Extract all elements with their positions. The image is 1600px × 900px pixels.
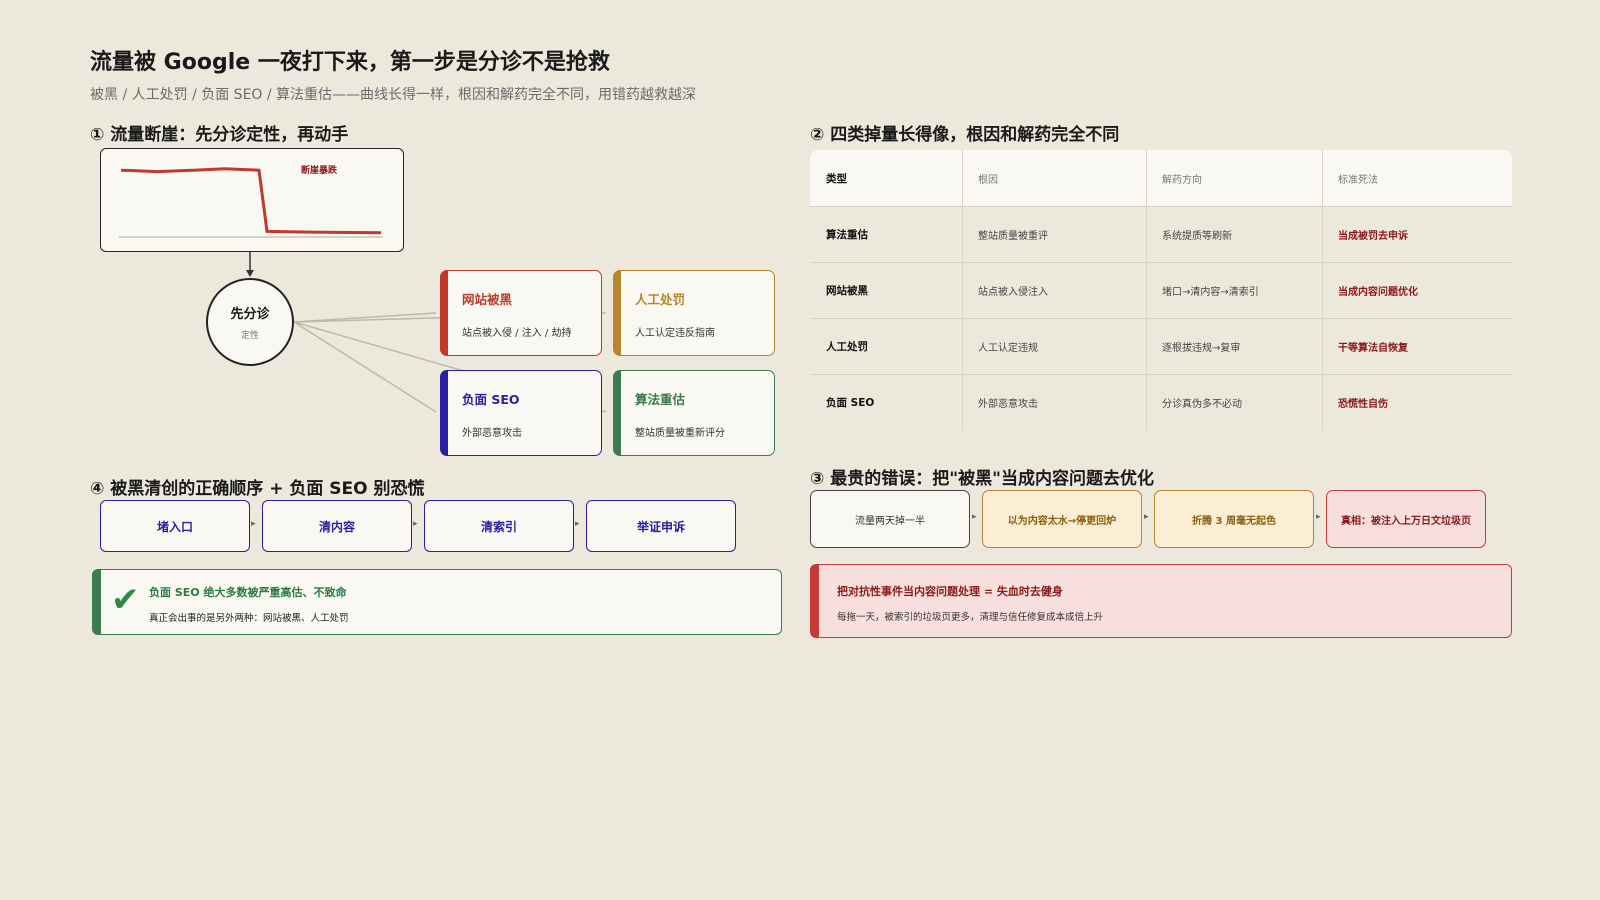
section3-heading: ③ 最贵的错误：把"被黑"当成内容问题去优化	[810, 469, 1155, 489]
section2-heading: ② 四类掉量长得像，根因和解药完全不同	[810, 125, 1120, 145]
negative-seo-note: ✔ 负面 SEO 绝大多数被严重高估、不致命 真正会出事的是另外两种：网站被黑、…	[92, 569, 782, 635]
table-cell: 人工处罚	[826, 340, 868, 353]
table-cell: 负面 SEO	[826, 396, 875, 409]
chart-to-triage-arrowhead	[246, 270, 254, 277]
category-algorithm: 算法重估 整站质量被重新评分	[613, 370, 775, 456]
triage-circle: 先分诊 定性	[206, 278, 294, 366]
section4-heading: ④ 被黑清创的正确顺序 + 负面 SEO 别恐慌	[90, 479, 425, 499]
step-arrow: ▸	[972, 512, 977, 522]
cleanup-step: 堵入口	[100, 500, 250, 552]
table-cell: 堵口→清内容→清索引	[1162, 286, 1259, 298]
mistake-step: 真相：被注入上万日文垃圾页	[1326, 490, 1486, 548]
note-body: 真正会出事的是另外两种：网站被黑、人工处罚	[149, 613, 349, 624]
category-manual-penalty: 人工处罚 人工认定违反指南	[613, 270, 775, 356]
table-header-cell: 解药方向	[1162, 174, 1202, 186]
table-row: 人工处罚 人工认定违规 逐根拔违规→复审 干等算法自恢复	[810, 318, 1512, 374]
category-name: 负面 SEO	[462, 392, 520, 407]
check-icon: ✔	[111, 580, 140, 620]
cleanup-step: 清索引	[424, 500, 574, 552]
table-cell: 人工认定违规	[978, 342, 1038, 354]
category-negative-seo: 负面 SEO 外部恶意攻击	[440, 370, 602, 456]
table-cell: 当成被罚去申诉	[1338, 230, 1408, 242]
table-divider	[962, 150, 963, 430]
category-desc: 外部恶意攻击	[462, 428, 522, 439]
mistake-step: 流量两天掉一半	[810, 490, 970, 548]
table-divider	[810, 206, 1512, 207]
note-title: 负面 SEO 绝大多数被严重高估、不致命	[149, 586, 347, 599]
triage-subtitle: 定性	[240, 331, 259, 341]
table-cell: 算法重估	[826, 228, 868, 241]
comparison-table: 类型 根因 解药方向 标准死法 算法重估 整站质量被重评 系统提质等刷新 当成被…	[810, 150, 1512, 430]
category-desc: 整站质量被重新评分	[635, 428, 725, 439]
triage-title: 先分诊	[230, 307, 270, 322]
table-cell: 外部恶意攻击	[978, 398, 1038, 410]
category-name: 算法重估	[635, 392, 686, 407]
table-cell: 站点被入侵注入	[978, 286, 1048, 298]
table-header-cell: 根因	[978, 174, 998, 186]
table-divider	[810, 318, 1512, 319]
step-arrow: ▸	[1316, 512, 1321, 522]
category-hacked: 网站被黑 站点被入侵 / 注入 / 劫持	[440, 270, 602, 356]
cleanup-step: 举证申诉	[586, 500, 736, 552]
table-cell: 逐根拔违规→复审	[1162, 342, 1241, 354]
table-cell: 分诊真伪多不必动	[1162, 398, 1242, 410]
table-cell: 整站质量被重评	[978, 230, 1048, 242]
step-arrow: ▸	[413, 519, 418, 529]
table-divider	[810, 262, 1512, 263]
category-name: 人工处罚	[635, 292, 686, 307]
category-desc: 站点被入侵 / 注入 / 劫持	[462, 328, 572, 339]
category-name: 网站被黑	[462, 292, 513, 307]
table-header-cell: 类型	[826, 172, 847, 185]
connector-negative-seo	[293, 321, 437, 413]
table-header-row: 类型 根因 解药方向 标准死法	[810, 150, 1512, 206]
table-row: 算法重估 整站质量被重评 系统提质等刷新 当成被罚去申诉	[810, 206, 1512, 262]
table-cell: 系统提质等刷新	[1162, 230, 1232, 242]
note-body: 每拖一天，被索引的垃圾页更多，清理与信任修复成本成倍上升	[837, 612, 1104, 623]
table-divider	[810, 374, 1512, 375]
table-cell: 恐慌性自伤	[1338, 398, 1388, 410]
mistake-step: 以为内容太水→停更回炉	[982, 490, 1142, 548]
table-divider	[1146, 150, 1147, 430]
table-header-cell: 标准死法	[1338, 174, 1378, 186]
category-desc: 人工认定违反指南	[635, 328, 715, 339]
table-divider	[1322, 150, 1323, 430]
table-cell: 干等算法自恢复	[1338, 342, 1408, 354]
note-title: 把对抗性事件当内容问题处理 = 失血时去健身	[837, 585, 1063, 598]
table-row: 网站被黑 站点被入侵注入 堵口→清内容→清索引 当成内容问题优化	[810, 262, 1512, 318]
costly-mistake-note: 把对抗性事件当内容问题处理 = 失血时去健身 每拖一天，被索引的垃圾页更多，清理…	[810, 564, 1512, 638]
step-arrow: ▸	[575, 519, 580, 529]
cleanup-step: 清内容	[262, 500, 412, 552]
step-arrow: ▸	[251, 519, 256, 529]
table-cell: 当成内容问题优化	[1338, 286, 1418, 298]
step-arrow: ▸	[1144, 512, 1149, 522]
table-row: 负面 SEO 外部恶意攻击 分诊真伪多不必动 恐慌性自伤	[810, 374, 1512, 430]
table-cell: 网站被黑	[826, 284, 868, 297]
mistake-step: 折腾 3 周毫无起色	[1154, 490, 1314, 548]
